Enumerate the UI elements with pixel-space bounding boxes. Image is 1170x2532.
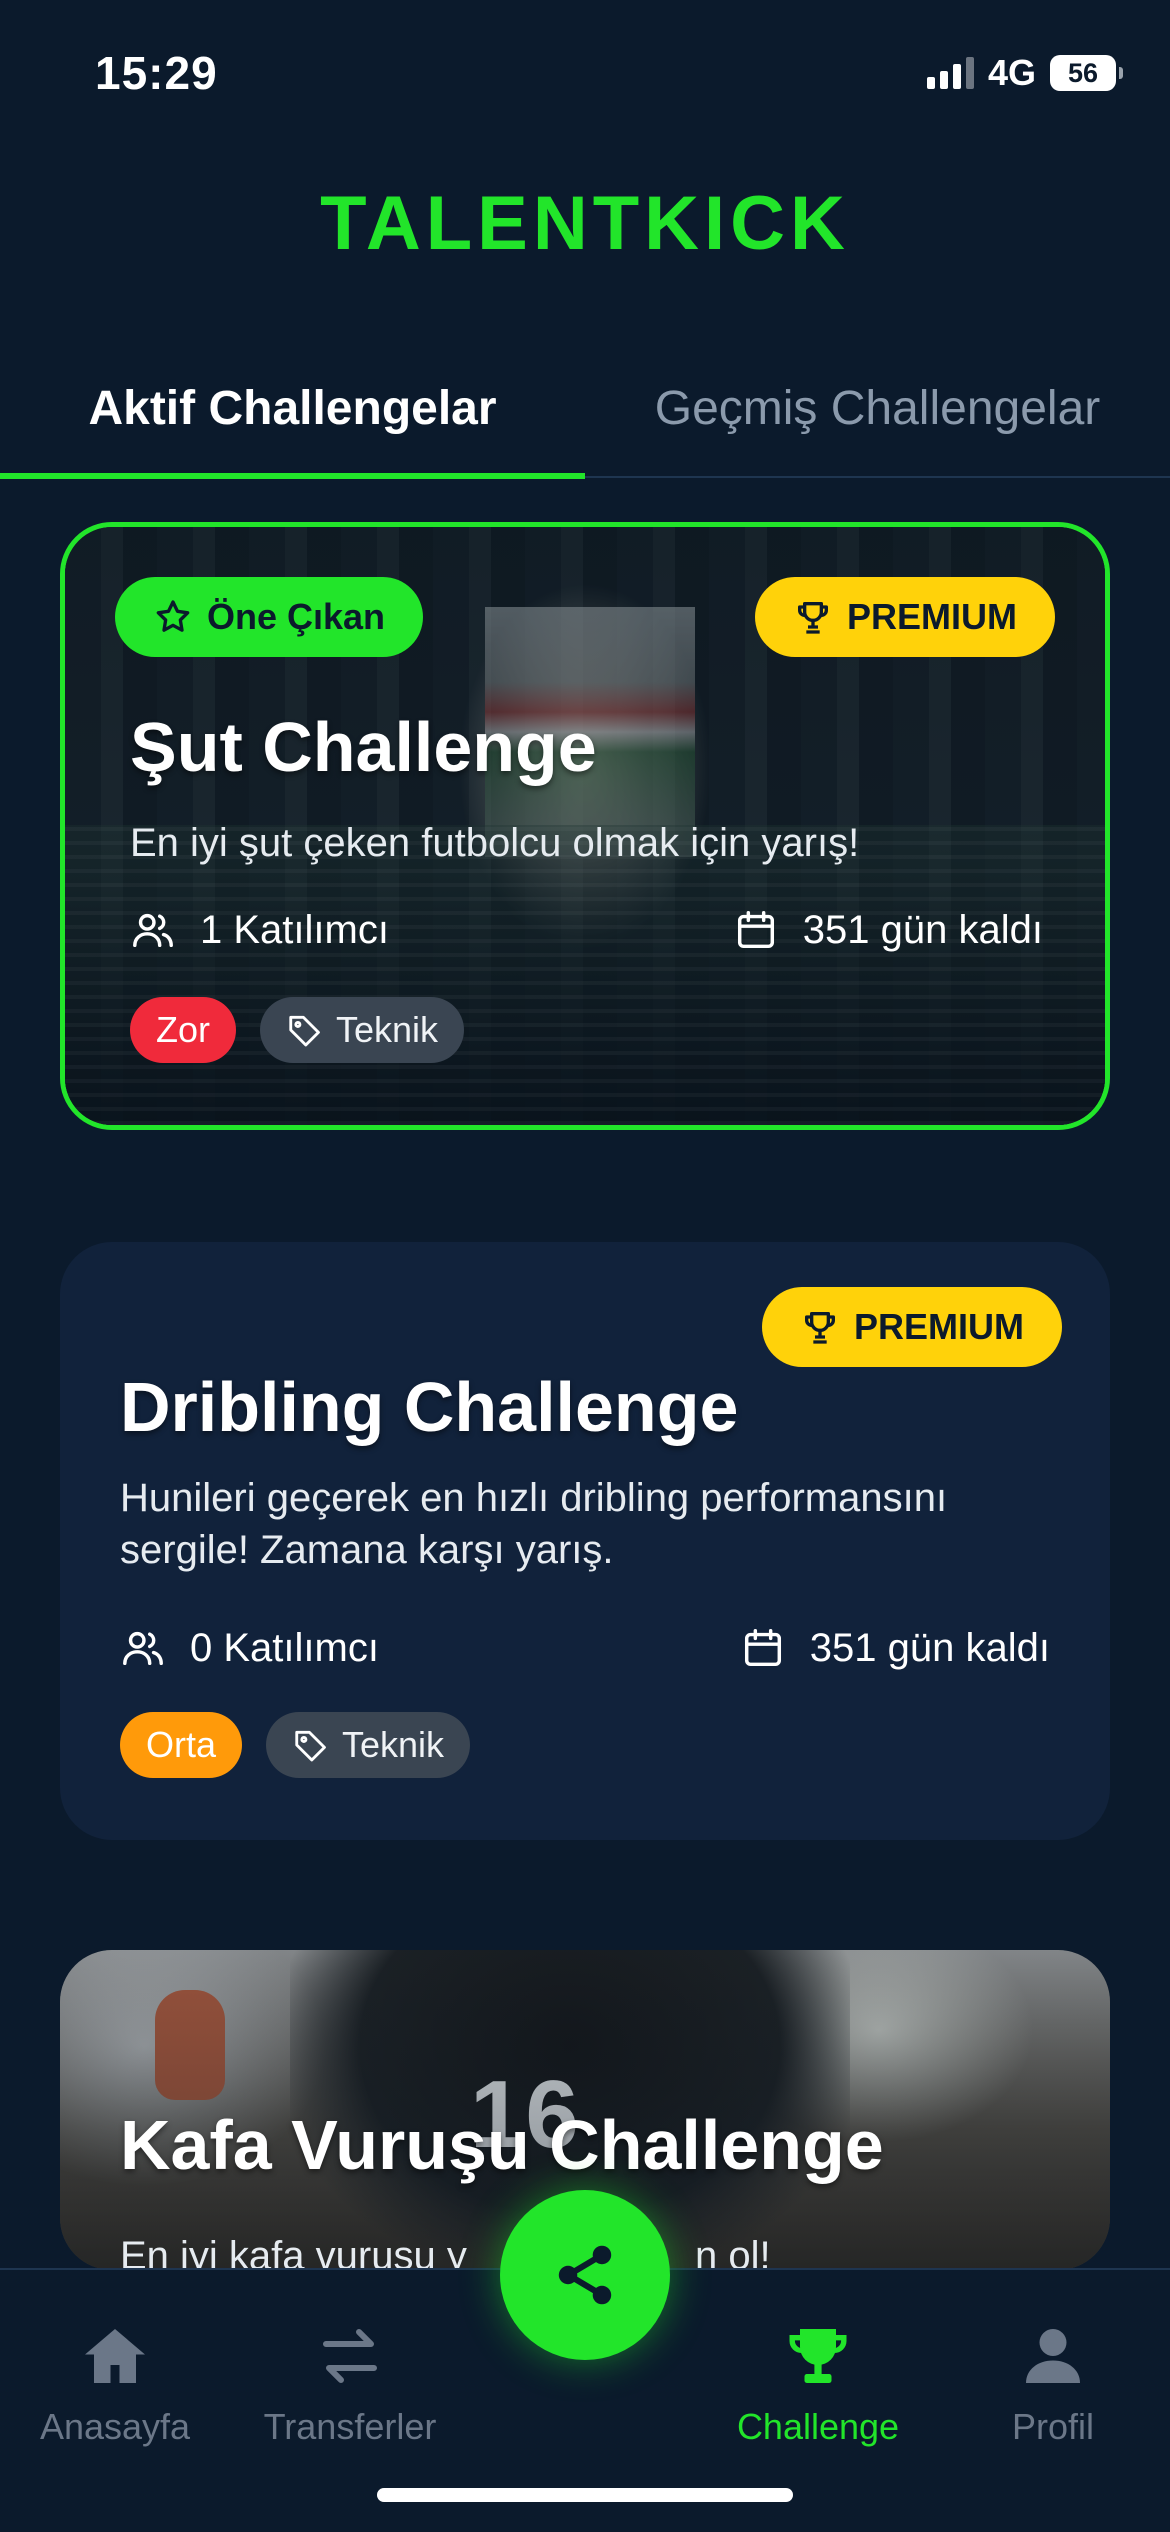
tab-bar: Aktif Challengelar Geçmiş Challengelar xyxy=(0,340,1170,479)
premium-badge: PREMIUM xyxy=(762,1287,1062,1367)
premium-badge: PREMIUM xyxy=(755,577,1055,657)
challenge-title: Kafa Vuruşu Challenge xyxy=(120,2106,884,2184)
challenge-description: En iyi şut çeken futbolcu olmak için yar… xyxy=(130,821,860,865)
premium-label: PREMIUM xyxy=(847,596,1017,637)
category-tag: Teknik xyxy=(260,997,465,1063)
days-left: 351 gün kaldı xyxy=(809,1625,1050,1670)
nav-label: Challenge xyxy=(736,2406,900,2447)
challenge-card-dribbling[interactable]: PREMIUM Dribling Challenge Hunileri geçe… xyxy=(60,1242,1110,1840)
star-icon xyxy=(156,600,190,632)
participants-info: 1 Katılımcı xyxy=(130,907,389,953)
difficulty-badge: Zor xyxy=(130,997,236,1063)
challenge-title: Şut Challenge xyxy=(130,708,597,786)
trophy-icon xyxy=(805,1312,835,1344)
app-title: TALENTKICK xyxy=(320,181,850,266)
participants-count: 0 Katılımcı xyxy=(190,1625,379,1670)
tab-active-challenges[interactable]: Aktif Challengelar xyxy=(0,340,585,479)
battery-icon: 56 xyxy=(1050,55,1123,91)
calendar-icon xyxy=(744,1629,781,1667)
tag-icon xyxy=(289,1015,320,1047)
participants-info: 0 Katılımcı xyxy=(120,1625,379,1671)
home-indicator xyxy=(377,2488,793,2502)
nav-challenge[interactable]: Challenge xyxy=(703,2320,933,2448)
challenge-description-tail: n ol! xyxy=(695,2234,771,2270)
users-icon xyxy=(123,1631,163,1666)
category-tag: Teknik xyxy=(266,1712,471,1778)
challenge-tags: Zor Teknik xyxy=(130,997,465,1063)
trophy-icon xyxy=(798,602,828,634)
tab-past-challenges[interactable]: Geçmiş Challengelar xyxy=(585,340,1170,476)
challenge-description: Hunileri geçerek en hızlı dribling perfo… xyxy=(120,1476,948,1572)
challenge-title: Dribling Challenge xyxy=(120,1368,739,1446)
transfer-icon xyxy=(323,2329,377,2383)
challenge-card-shot[interactable]: Öne Çıkan PREMIUM Şut Challenge En iyi ş… xyxy=(60,522,1110,1130)
featured-label: Öne Çıkan xyxy=(207,596,386,637)
days-left: 351 gün kaldı xyxy=(802,907,1043,952)
category-label: Teknik xyxy=(336,1009,439,1050)
deadline-info: 351 gün kaldı xyxy=(733,907,1043,953)
category-label: Teknik xyxy=(342,1724,445,1765)
deadline-info: 351 gün kaldı xyxy=(740,1625,1050,1671)
challenge-tags: Orta Teknik xyxy=(120,1712,471,1778)
nav-label: Transferler xyxy=(263,2406,437,2447)
nav-transfers[interactable]: Transferler xyxy=(235,2320,465,2448)
nav-label: Anasayfa xyxy=(39,2406,191,2447)
network-type: 4G xyxy=(987,52,1036,93)
participants-count: 1 Katılımcı xyxy=(200,907,389,952)
home-icon xyxy=(85,2329,145,2383)
nav-profile[interactable]: Profil xyxy=(938,2320,1168,2448)
share-fab-button[interactable] xyxy=(500,2190,670,2360)
difficulty-badge: Orta xyxy=(120,1712,243,1778)
premium-label: PREMIUM xyxy=(854,1306,1024,1347)
share-icon xyxy=(558,2245,612,2305)
nav-home[interactable]: Anasayfa xyxy=(0,2320,230,2448)
trophy-icon xyxy=(789,2329,847,2383)
users-icon xyxy=(133,913,173,948)
nav-label: Profil xyxy=(1011,2406,1095,2447)
profile-icon xyxy=(1026,2329,1080,2383)
featured-badge: Öne Çıkan xyxy=(115,577,424,657)
status-indicators: 4G 56 xyxy=(926,52,1123,94)
tag-icon xyxy=(295,1730,326,1762)
signal-icon xyxy=(926,57,974,89)
status-time: 15:29 xyxy=(95,47,218,99)
challenge-description: En iyi kafa vuruşu y xyxy=(120,2234,467,2270)
status-bar: 15:29 4G 56 xyxy=(0,0,1170,140)
calendar-icon xyxy=(737,911,774,949)
